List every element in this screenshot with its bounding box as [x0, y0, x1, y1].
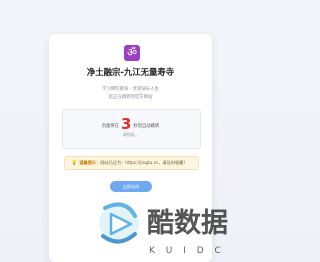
watermark-brand: 酷数据 [147, 208, 228, 239]
tip-banner: 💡 温馨提示：网站已迁为：https://jingtu.cc，请及时收藏！ [64, 156, 199, 170]
redirect-message: 页面将在 3 秒后自动跳转 [62, 115, 199, 133]
countdown-number: 3 [120, 115, 132, 133]
wait-text: 请稍候... [122, 132, 139, 137]
subtitle-line-1: 学习佛陀教育 · 享受快乐人生 [102, 87, 159, 92]
redirect-prefix: 页面将在 [101, 124, 119, 129]
tip-text: 网站已迁为：https://jingtu.cc，请及时收藏！ [100, 160, 188, 165]
play-logo-icon [99, 202, 139, 244]
watermark-sub: K U I D C [149, 246, 225, 256]
om-icon: ॐ [124, 45, 140, 61]
page-title: 净土融宗-九江无量寿寺 [86, 67, 175, 77]
lightbulb-icon: 💡 [71, 160, 78, 166]
subtitle-line-2: 您正在跳转到官方网站 [108, 95, 153, 100]
redirect-suffix: 秒后自动跳转 [133, 124, 160, 129]
watermark-logo: 酷数据 K U I D C [99, 202, 228, 256]
tip-label: 温馨提示： [79, 160, 101, 165]
visit-now-button[interactable]: 立即访问 [110, 181, 152, 192]
